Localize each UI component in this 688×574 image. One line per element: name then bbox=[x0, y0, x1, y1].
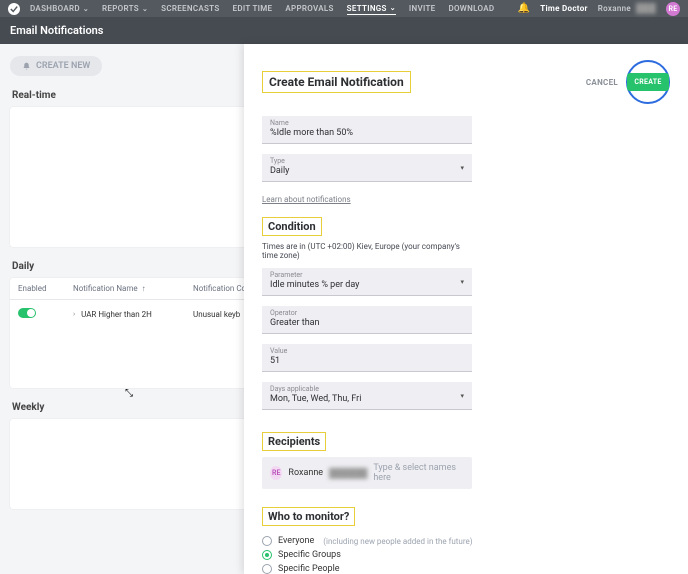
chip-name: Roxanne bbox=[288, 468, 323, 478]
nav-settings[interactable]: SETTINGS⌄ bbox=[347, 4, 396, 15]
user-name: Roxanne bbox=[598, 4, 631, 13]
sort-asc-icon: ↑ bbox=[142, 284, 146, 293]
field-label: Days applicable bbox=[270, 385, 464, 393]
chevron-down-icon: ⌄ bbox=[142, 5, 148, 13]
avatar[interactable]: RE bbox=[666, 2, 680, 16]
chevron-down-icon: ▾ bbox=[460, 278, 464, 286]
field-value: Mon, Tue, Wed, Thu, Fri bbox=[270, 394, 464, 404]
recipients-input[interactable]: RE Roxanne ██████ Type & select names he… bbox=[262, 457, 472, 489]
parameter-select[interactable]: Parameter Idle minutes % per day ▾ bbox=[262, 268, 472, 296]
top-nav: DASHBOARD⌄ REPORTS⌄ SCREENCASTS EDIT TIM… bbox=[0, 0, 688, 17]
radio-everyone[interactable]: Everyone (including new people added in … bbox=[262, 536, 670, 546]
nav-screencasts[interactable]: SCREENCASTS bbox=[161, 4, 219, 14]
who-to-monitor-title: Who to monitor? bbox=[262, 507, 355, 526]
brand-label: Time Doctor bbox=[540, 4, 588, 13]
row-name: UAR Higher than 2H bbox=[81, 310, 152, 319]
page-title: Email Notifications bbox=[10, 24, 103, 37]
user-menu[interactable]: Roxanne ███ bbox=[598, 3, 656, 14]
field-label: Type bbox=[270, 157, 464, 165]
field-value: Idle minutes % per day bbox=[270, 280, 464, 290]
chevron-right-icon[interactable]: › bbox=[73, 310, 75, 318]
nav-reports[interactable]: REPORTS⌄ bbox=[102, 4, 148, 14]
field-label: Name bbox=[270, 119, 464, 127]
nav-download[interactable]: DOWNLOAD bbox=[448, 4, 494, 14]
nav-invite[interactable]: INVITE bbox=[409, 4, 436, 14]
radio-icon bbox=[262, 564, 272, 574]
create-button-highlight: CREATE bbox=[626, 60, 670, 104]
cancel-button[interactable]: CANCEL bbox=[586, 78, 618, 87]
app-logo[interactable] bbox=[8, 3, 20, 15]
recipients-placeholder: Type & select names here bbox=[373, 463, 464, 483]
chevron-down-icon: ⌄ bbox=[390, 4, 396, 12]
page-title-bar: Email Notifications bbox=[0, 17, 688, 44]
radio-icon bbox=[262, 550, 272, 560]
panel-title: Create Email Notification bbox=[262, 71, 411, 93]
field-value: Daily bbox=[270, 166, 464, 176]
bell-icon[interactable]: 🔔 bbox=[517, 3, 530, 14]
nav-approvals[interactable]: APPROVALS bbox=[285, 4, 333, 14]
chevron-down-icon: ▾ bbox=[460, 164, 464, 172]
create-button[interactable]: CREATE bbox=[627, 73, 668, 91]
radio-specific-people[interactable]: Specific People bbox=[262, 564, 670, 574]
nav-dashboard[interactable]: DASHBOARD⌄ bbox=[30, 4, 89, 14]
condition-title: Condition bbox=[262, 217, 322, 236]
chevron-down-icon: ▾ bbox=[460, 392, 464, 400]
col-enabled[interactable]: Enabled bbox=[10, 278, 65, 299]
type-select[interactable]: Type Daily ▾ bbox=[262, 154, 472, 182]
col-name[interactable]: Notification Name↑ bbox=[65, 278, 185, 299]
field-value: %Idle more than 50% bbox=[270, 128, 464, 138]
field-value: 51 bbox=[270, 356, 464, 366]
bell-icon bbox=[22, 62, 31, 71]
radio-icon bbox=[262, 536, 272, 546]
create-new-button[interactable]: CREATE NEW bbox=[10, 56, 102, 76]
field-label: Parameter bbox=[270, 271, 464, 279]
radio-specific-groups[interactable]: Specific Groups bbox=[262, 550, 670, 560]
value-field[interactable]: Value 51 bbox=[262, 344, 472, 372]
field-label: Operator bbox=[270, 309, 464, 317]
recipients-title: Recipients bbox=[262, 432, 326, 451]
avatar: RE bbox=[270, 466, 282, 480]
chevron-down-icon: ⌄ bbox=[83, 5, 89, 13]
nav-edit-time[interactable]: EDIT TIME bbox=[233, 4, 273, 14]
days-select[interactable]: Days applicable Mon, Tue, Wed, Thu, Fri … bbox=[262, 382, 472, 410]
enabled-toggle[interactable] bbox=[18, 308, 36, 318]
learn-link[interactable]: Learn about notifications bbox=[262, 195, 351, 204]
timezone-note: Times are in (UTC +02:00) Kiev, Europe (… bbox=[262, 242, 472, 260]
operator-select[interactable]: Operator Greater than bbox=[262, 306, 472, 334]
nav-items: DASHBOARD⌄ REPORTS⌄ SCREENCASTS EDIT TIM… bbox=[30, 4, 494, 14]
name-field[interactable]: Name %Idle more than 50% bbox=[262, 116, 472, 144]
field-label: Value bbox=[270, 347, 464, 355]
field-value: Greater than bbox=[270, 318, 464, 328]
create-notification-panel: Create Email Notification CANCEL CREATE … bbox=[244, 44, 688, 574]
